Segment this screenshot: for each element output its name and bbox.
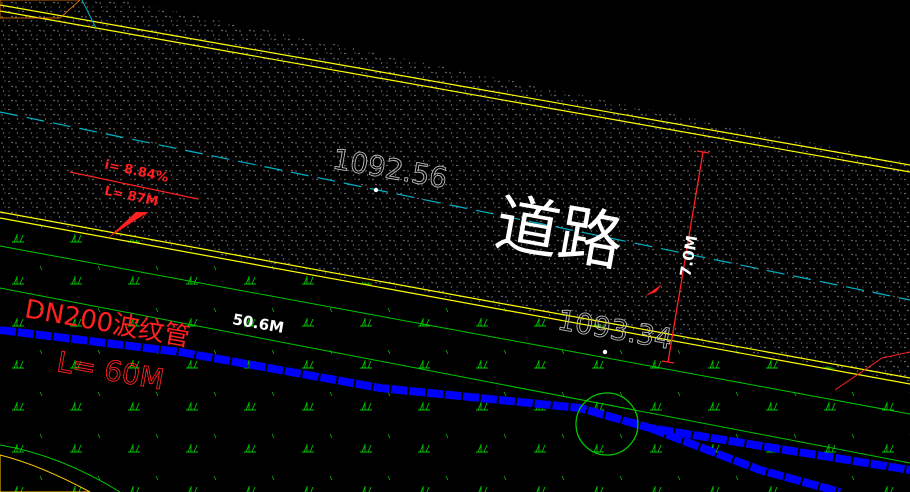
cad-drawing-canvas[interactable]: 道路 1092.56 1093.34 i= 8.84% L= 87M 7.0M … xyxy=(0,0,910,492)
elevation-point-top[interactable] xyxy=(373,187,379,193)
cad-drawing: 道路 1092.56 1093.34 i= 8.84% L= 87M 7.0M … xyxy=(0,0,910,492)
elevation-point-bottom[interactable] xyxy=(602,349,608,355)
